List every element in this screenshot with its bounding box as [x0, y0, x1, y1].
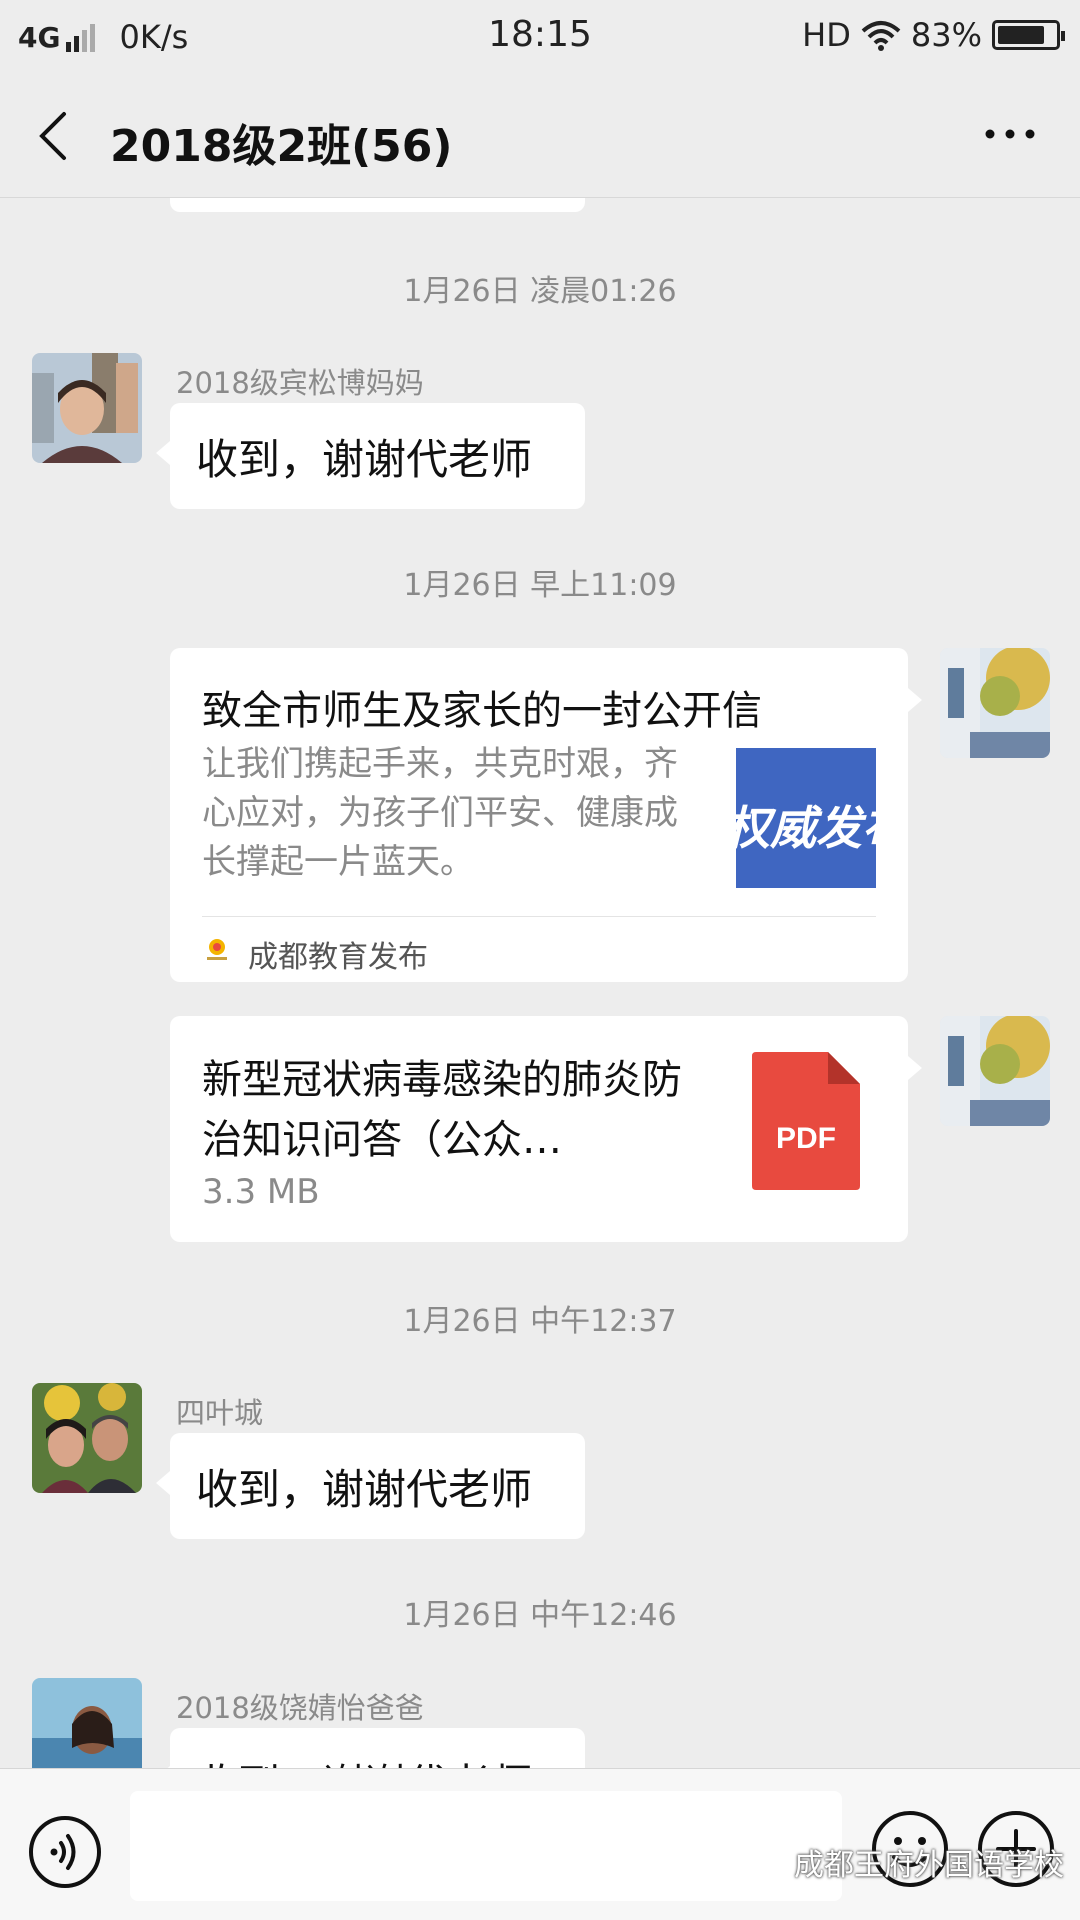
wechat-logo-icon: [750, 1847, 786, 1875]
official-account-icon: [207, 939, 227, 960]
wifi-icon: [861, 21, 901, 51]
message-text: 收到，谢谢代老师: [196, 434, 533, 484]
file-name: 新型冠状病毒感染的肺炎防治知识问答（公众…: [202, 1057, 682, 1163]
article-thumbnail: 权威发布: [736, 748, 876, 888]
avatar[interactable]: [32, 1383, 142, 1493]
pdf-file-icon: PDF: [752, 1052, 860, 1190]
message-text: 收到，谢谢代老师: [196, 1751, 532, 1769]
timestamp: 1月26日 早上11:09: [403, 568, 677, 603]
chevron-left-icon[interactable]: [30, 108, 80, 164]
pdf-label: PDF: [776, 1122, 836, 1155]
battery-icon: [992, 20, 1065, 50]
status-right: HD 83%: [802, 16, 1065, 54]
chat-title: 2018级2班(56): [110, 121, 453, 172]
article-title: 致全市师生及家长的一封公开信: [202, 688, 762, 734]
article-description: 让我们携起手来，共克时艰，齐心应对，为孩子们平安、健康成长撑起一片蓝天。: [202, 744, 678, 882]
thumbnail-text: 权威发布: [736, 801, 876, 855]
avatar[interactable]: [940, 1016, 1050, 1126]
timestamp: 1月26日 凌晨01:26: [403, 274, 677, 309]
article-card[interactable]: 致全市师生及家长的一封公开信 让我们携起手来，共克时艰，齐心应对，为孩子们平安、…: [170, 648, 922, 982]
message-list[interactable]: 1月26日 凌晨01:26 2018级宾松博妈妈 收到，谢谢代老师 1月26日 …: [0, 198, 1080, 1768]
timestamp: 1月26日 中午12:46: [403, 1598, 677, 1633]
previous-message-bubble[interactable]: [170, 198, 585, 212]
voice-icon[interactable]: [28, 1815, 102, 1889]
sender-name: 2018级宾松博妈妈: [176, 366, 424, 400]
message-bubble[interactable]: 收到，谢谢代老师: [156, 1728, 585, 1769]
message-bubble[interactable]: 收到，谢谢代老师: [156, 1433, 585, 1539]
timestamp: 1月26日 中午12:37: [403, 1304, 677, 1339]
sender-name: 四叶城: [176, 1396, 264, 1430]
file-size: 3.3 MB: [202, 1172, 320, 1212]
article-source: 成都教育发布: [248, 940, 428, 975]
avatar[interactable]: [32, 1678, 142, 1768]
status-bar: 4G 0K/s 18:15 HD 83%: [0, 0, 1080, 74]
battery-fill: [998, 26, 1045, 44]
avatar[interactable]: [940, 648, 1050, 758]
avatar[interactable]: [32, 353, 142, 463]
watermark: 成都王府外国语学校: [750, 1840, 1064, 1884]
message-input[interactable]: [130, 1791, 842, 1901]
battery-percent: 83%: [910, 16, 982, 54]
message-bubble[interactable]: 收到，谢谢代老师: [156, 403, 585, 509]
chat-header: 2018级2班(56): [0, 74, 1080, 198]
divider: [202, 916, 876, 917]
more-dots-icon[interactable]: [980, 114, 1040, 154]
watermark-text: 成都王府外国语学校: [794, 1848, 1064, 1883]
sender-name: 2018级饶婧怡爸爸: [176, 1691, 424, 1725]
hd-indicator: HD: [802, 16, 851, 54]
message-text: 收到，谢谢代老师: [196, 1464, 533, 1514]
file-card[interactable]: 新型冠状病毒感染的肺炎防治知识问答（公众… 3.3 MB PDF: [170, 1016, 922, 1242]
